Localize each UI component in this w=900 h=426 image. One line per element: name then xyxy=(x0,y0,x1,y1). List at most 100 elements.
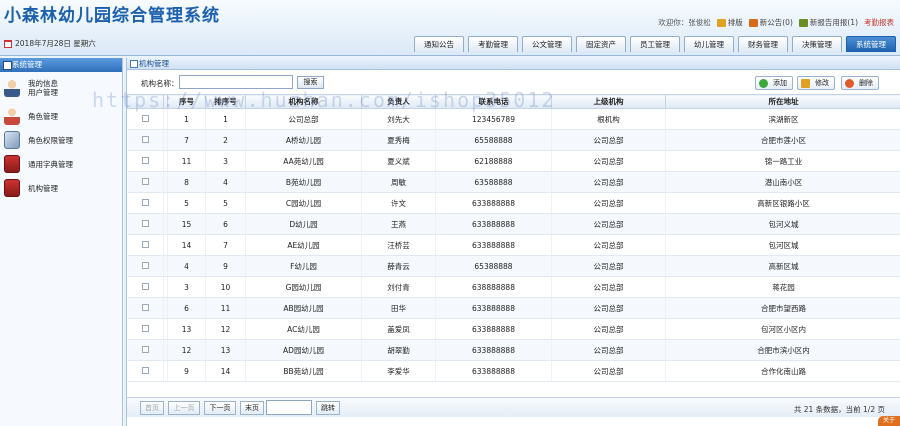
row-checkbox-cell[interactable] xyxy=(127,213,164,235)
cell-sort: 9 xyxy=(205,255,246,277)
row-checkbox[interactable] xyxy=(141,366,149,374)
user-bar: 欢迎你：张俊松 排版 新公告(0) 新报告用报(1) 考勤报表 xyxy=(658,17,894,28)
row-checkbox-cell[interactable] xyxy=(127,192,164,214)
table-row[interactable]: 7 2 A桥幼儿园 夏秀梅 65588888 公司总部 合肥市莲小区 xyxy=(127,129,900,151)
cell-id: 7 xyxy=(167,129,206,151)
cell-org-name: AB园幼儿园 xyxy=(245,297,362,319)
row-checkbox-cell[interactable] xyxy=(127,234,164,256)
cell-address: 包河义城 xyxy=(665,213,900,235)
cell-address: 锦一路工业 xyxy=(665,150,900,172)
col-parent[interactable]: 上级机构 xyxy=(551,94,666,109)
row-checkbox-cell[interactable] xyxy=(127,255,164,277)
delete-button[interactable]: 删除 xyxy=(841,76,879,90)
layout-link[interactable]: 排版 xyxy=(716,17,743,28)
row-checkbox[interactable] xyxy=(141,345,149,353)
row-checkbox[interactable] xyxy=(141,114,149,122)
cell-parent: 公司总部 xyxy=(551,255,666,277)
page-number-input[interactable] xyxy=(266,400,312,415)
row-checkbox-cell[interactable] xyxy=(127,297,164,319)
table-row[interactable]: 4 9 F幼儿园 薛青云 65388888 公司总部 高新区城 xyxy=(127,255,900,277)
first-page-button[interactable]: 首页 xyxy=(140,401,164,415)
row-checkbox-cell[interactable] xyxy=(127,318,164,340)
table-row[interactable]: 11 3 AA苑幼儿园 夏义斌 62188888 公司总部 锦一路工业 xyxy=(127,150,900,172)
table-row[interactable]: 15 6 D幼儿园 王燕 633888888 公司总部 包河义城 xyxy=(127,213,900,235)
col-org-name[interactable]: 机构名称 xyxy=(245,94,362,109)
table-row[interactable]: 6 11 AB园幼儿园 田华 633888888 公司总部 合肥市望西路 xyxy=(127,297,900,319)
row-checkbox[interactable] xyxy=(141,135,149,143)
new-notice-link[interactable]: 新公告(0) xyxy=(748,17,793,28)
row-checkbox-cell[interactable] xyxy=(127,276,164,298)
cell-id: 8 xyxy=(167,171,206,193)
table-row[interactable]: 12 13 AD园幼儿园 胡翠勤 633888888 公司总部 合肥市滨小区内 xyxy=(127,339,900,361)
search-label: 机构名称： xyxy=(141,79,179,88)
cell-sort: 10 xyxy=(205,276,246,298)
tab-decision[interactable]: 决策管理 xyxy=(792,36,842,52)
last-page-button[interactable]: 末页 xyxy=(240,401,264,415)
sidebar-item-role-permissions[interactable]: 角色权限管理 xyxy=(0,128,122,152)
search-button[interactable]: 搜索 xyxy=(297,76,324,89)
cell-org-name: C园幼儿园 xyxy=(245,192,362,214)
col-sort[interactable]: 排序号 xyxy=(205,94,246,109)
row-checkbox[interactable] xyxy=(141,303,149,311)
row-checkbox-cell[interactable] xyxy=(127,150,164,172)
new-report-link[interactable]: 新报告用报(1) xyxy=(798,17,858,28)
row-checkbox-cell[interactable] xyxy=(127,171,164,193)
cell-id: 6 xyxy=(167,297,206,319)
add-button[interactable]: 添加 xyxy=(755,76,793,90)
sidebar-item-user-manage[interactable]: 用户管理 xyxy=(28,88,58,97)
row-checkbox-cell[interactable] xyxy=(127,339,164,361)
cell-sort: 6 xyxy=(205,213,246,235)
table-row[interactable]: 13 12 AC幼儿园 盖爱凤 633888888 公司总部 包河区小区内 xyxy=(127,318,900,340)
notice-icon xyxy=(748,18,758,27)
table-row[interactable]: 8 4 B苑幼儿园 周敏 63588888 公司总部 潜山南小区 xyxy=(127,171,900,193)
tab-notice[interactable]: 通知公告 xyxy=(414,36,464,52)
row-checkbox-cell[interactable] xyxy=(127,108,164,130)
cell-id: 11 xyxy=(167,150,206,172)
col-leader[interactable]: 负责人 xyxy=(361,94,436,109)
table-row[interactable]: 3 10 G园幼儿园 刘付青 638888888 公司总部 蒋花园 xyxy=(127,276,900,298)
go-page-button[interactable]: 跳转 xyxy=(316,401,340,415)
col-phone[interactable]: 联系电话 xyxy=(435,94,552,109)
row-checkbox[interactable] xyxy=(141,324,149,332)
row-checkbox[interactable] xyxy=(141,282,149,290)
sidebar-item-roles[interactable]: 角色管理 xyxy=(0,104,122,128)
cell-address: 蒋花园 xyxy=(665,276,900,298)
row-checkbox[interactable] xyxy=(141,240,149,248)
cell-leader: 盖爱凤 xyxy=(361,318,436,340)
row-checkbox-cell[interactable] xyxy=(127,129,164,151)
attendance-report-link[interactable]: 考勤报表 xyxy=(864,17,894,28)
edit-button[interactable]: 修改 xyxy=(797,76,835,90)
col-address[interactable]: 所在地址 xyxy=(665,94,900,109)
about-badge[interactable]: 关于 xyxy=(878,416,900,426)
calendar-icon xyxy=(4,39,12,48)
tab-system[interactable]: 系统管理 xyxy=(846,36,896,52)
table-row[interactable]: 14 7 AE幼儿园 汪桥芸 633888888 公司总部 包河区城 xyxy=(127,234,900,256)
cell-org-name: G园幼儿园 xyxy=(245,276,362,298)
tab-staff[interactable]: 员工管理 xyxy=(630,36,680,52)
col-id[interactable]: 序号 xyxy=(167,94,206,109)
sidebar-item-organization[interactable]: 机构管理 xyxy=(0,176,122,200)
row-checkbox[interactable] xyxy=(141,261,149,269)
prev-page-button[interactable]: 上一页 xyxy=(168,401,200,415)
tab-children[interactable]: 幼儿管理 xyxy=(684,36,734,52)
table-row[interactable]: 5 5 C园幼儿园 许文 633888888 公司总部 高新区银路小区 xyxy=(127,192,900,214)
col-check[interactable] xyxy=(127,94,164,109)
sidebar-item-my-info[interactable]: 我的信息 用户管理 xyxy=(0,72,122,104)
next-page-button[interactable]: 下一页 xyxy=(204,401,236,415)
tab-documents[interactable]: 公文管理 xyxy=(522,36,572,52)
cell-phone: 633888888 xyxy=(435,213,552,235)
cell-org-name: BB苑幼儿园 xyxy=(245,360,362,382)
table-row[interactable]: 9 14 BB苑幼儿园 李爱华 633888888 公司总部 合作化南山路 xyxy=(127,360,900,382)
row-checkbox[interactable] xyxy=(141,198,149,206)
row-checkbox[interactable] xyxy=(141,156,149,164)
table-row[interactable]: 1 1 公司总部 刘先大 123456789 根机构 滨湖新区 xyxy=(127,108,900,130)
search-input[interactable] xyxy=(179,75,293,89)
row-checkbox[interactable] xyxy=(141,177,149,185)
tab-finance[interactable]: 财务管理 xyxy=(738,36,788,52)
row-checkbox-cell[interactable] xyxy=(127,360,164,382)
sidebar-item-dictionary[interactable]: 通用字典管理 xyxy=(0,152,122,176)
cell-parent: 公司总部 xyxy=(551,213,666,235)
tab-attendance[interactable]: 考勤管理 xyxy=(468,36,518,52)
tab-assets[interactable]: 固定资产 xyxy=(576,36,626,52)
row-checkbox[interactable] xyxy=(141,219,149,227)
